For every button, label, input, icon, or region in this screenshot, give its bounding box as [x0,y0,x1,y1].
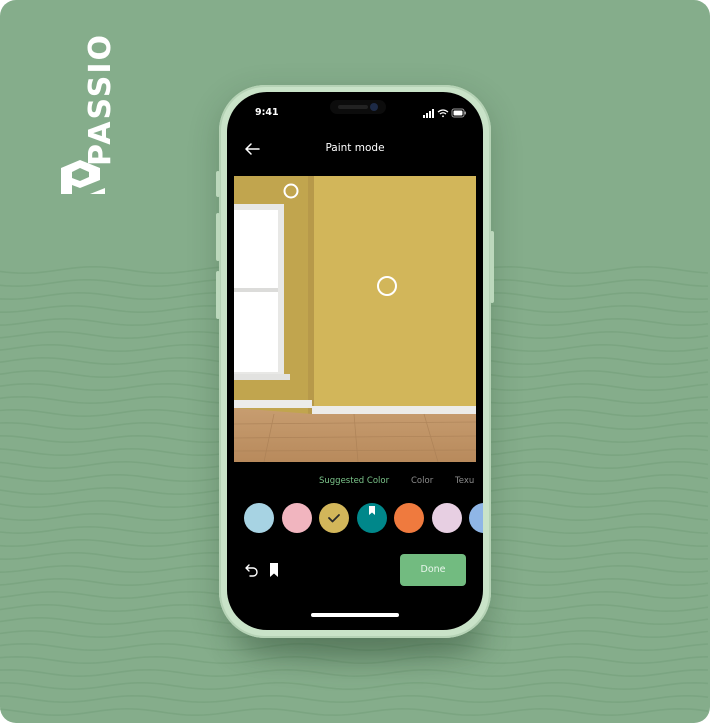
phone-side-button [490,231,494,303]
promo-card: PASSIO 9:41 Paint mode Suggested Color C… [0,0,710,723]
tab-texture[interactable]: Texu [455,476,474,486]
home-indicator [311,613,399,617]
logo-wordmark: PASSIO [83,33,118,166]
undo-icon[interactable] [243,563,259,577]
phone-side-button [216,213,220,261]
logo-p-mark-icon [61,160,105,194]
tab-color[interactable]: Color [411,476,433,486]
phone-side-button [216,171,220,197]
wave-line [0,707,709,717]
status-bar: 9:41 [227,92,483,132]
checkmark-icon [328,514,340,523]
wave-line [0,681,709,691]
tab-suggested-color[interactable]: Suggested Color [319,476,389,486]
swatch-row [227,502,483,536]
dynamic-island [330,100,386,114]
page-title: Paint mode [325,142,385,154]
phone-side-button [216,271,220,319]
status-time: 9:41 [255,107,279,118]
nav-bar: Paint mode [227,138,483,160]
room-preview[interactable] [234,176,476,462]
passio-logo: PASSIO [58,30,118,195]
bookmark-icon[interactable] [267,562,281,578]
phone-screen: 9:41 Paint mode Suggested Color Color Te… [227,92,483,630]
color-swatch[interactable] [281,503,312,533]
wave-line [0,694,709,704]
status-icons [423,108,466,118]
island-speaker [338,105,368,109]
wifi-icon [437,109,449,118]
done-button[interactable]: Done [400,554,466,586]
signal-icon [423,109,434,118]
camera-icon [370,103,378,111]
color-swatch[interactable] [356,503,387,533]
bookmark-icon [368,506,375,515]
room-image [234,176,476,462]
color-swatch[interactable] [244,503,274,533]
color-swatch[interactable] [319,503,349,533]
bottom-actions: Done [227,554,483,588]
color-swatch[interactable] [394,503,424,533]
color-swatch[interactable] [469,503,483,533]
color-swatch[interactable] [431,503,462,533]
color-tabs: Suggested Color Color Texu [227,474,483,490]
battery-icon [451,108,466,118]
wave-line [0,668,709,678]
arrow-left-icon[interactable] [243,141,261,157]
